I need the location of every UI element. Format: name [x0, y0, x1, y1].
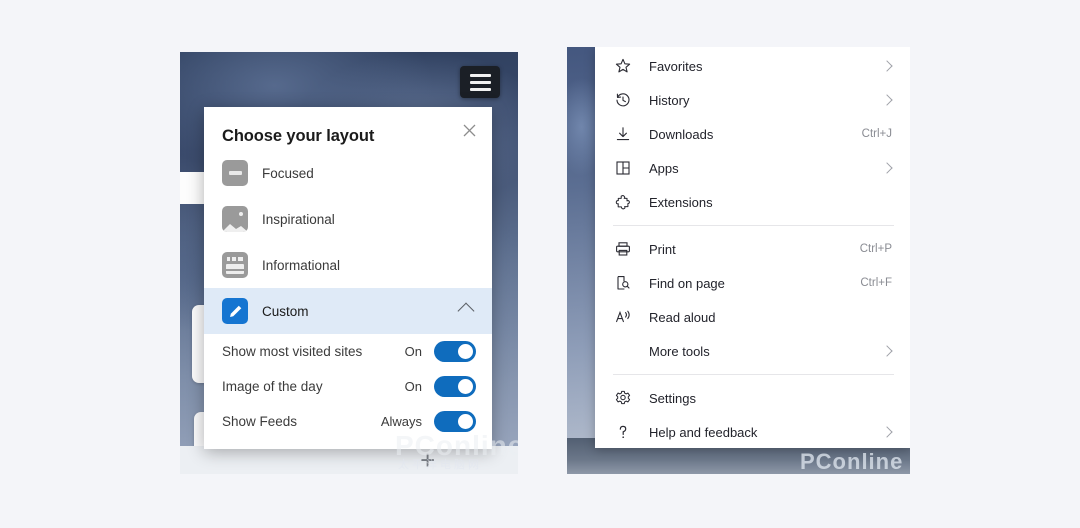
- question-mark-icon: [613, 424, 633, 440]
- apps-grid-icon: [613, 160, 633, 176]
- hamburger-line-3: [469, 87, 491, 91]
- layout-option-label: Custom: [262, 303, 309, 319]
- layout-option-custom[interactable]: Custom: [204, 288, 492, 334]
- menu-item-label: Read aloud: [649, 309, 716, 325]
- setting-show-most-visited-sites: Show most visited sites On: [204, 334, 492, 369]
- screenshot-root: + Choose your layout Focused Inspiration…: [0, 0, 1080, 528]
- menu-item-read-aloud[interactable]: Read aloud: [595, 300, 910, 334]
- menu-item-history[interactable]: History: [595, 83, 910, 117]
- toggle-show-most-visited-sites[interactable]: [434, 341, 476, 362]
- menu-item-more-tools[interactable]: More tools: [595, 334, 910, 368]
- menu-item-label: Help and feedback: [649, 424, 758, 440]
- informational-layout-icon: [222, 252, 248, 278]
- edge-menu-panel: Favorites History Downloads Ctrl+J Apps …: [567, 47, 910, 474]
- history-icon: [613, 92, 633, 108]
- menu-item-shortcut: Ctrl+F: [860, 277, 892, 289]
- menu-item-label: Apps: [649, 160, 679, 176]
- menu-item-label: Find on page: [649, 275, 725, 291]
- menu-item-label: Print: [649, 241, 676, 257]
- gear-icon: [613, 390, 633, 406]
- menu-item-label: History: [649, 92, 690, 108]
- choose-layout-dialog: Choose your layout Focused Inspirational…: [204, 107, 492, 449]
- hamburger-line-1: [469, 73, 491, 77]
- setting-label: Show Feeds: [222, 414, 298, 429]
- custom-pencil-icon: [222, 298, 248, 324]
- menu-item-help-and-feedback[interactable]: Help and feedback: [595, 415, 910, 449]
- chevron-right-icon: [881, 94, 893, 106]
- chevron-right-icon: [881, 426, 893, 438]
- setting-label: Image of the day: [222, 379, 323, 394]
- setting-label: Show most visited sites: [222, 344, 363, 359]
- focused-layout-icon: [222, 160, 248, 186]
- menu-item-extensions[interactable]: Extensions: [595, 185, 910, 219]
- dialog-title: Choose your layout: [222, 127, 375, 145]
- new-tab-page-panel: + Choose your layout Focused Inspiration…: [180, 52, 518, 474]
- menu-item-label: Downloads: [649, 126, 714, 142]
- inspirational-layout-icon: [222, 206, 248, 232]
- star-icon: [613, 58, 633, 74]
- setting-value: On: [404, 344, 422, 359]
- close-icon[interactable]: [456, 117, 482, 143]
- menu-item-favorites[interactable]: Favorites: [595, 49, 910, 83]
- menu-item-label: Settings: [649, 390, 696, 406]
- menu-item-apps[interactable]: Apps: [595, 151, 910, 185]
- menu-item-label: Extensions: [649, 194, 713, 210]
- find-page-icon: [613, 275, 633, 291]
- add-tile-button[interactable]: +: [420, 447, 435, 473]
- toggle-image-of-the-day[interactable]: [434, 376, 476, 397]
- layout-option-informational[interactable]: Informational: [204, 242, 492, 288]
- newtab-bottom-bar: [180, 446, 518, 474]
- menu-separator-2: [613, 374, 894, 375]
- read-aloud-icon: [613, 309, 633, 325]
- menu-item-label: Favorites: [649, 58, 703, 74]
- browser-menu: Favorites History Downloads Ctrl+J Apps …: [595, 47, 910, 448]
- layout-option-label: Focused: [262, 165, 314, 181]
- menu-item-print[interactable]: Print Ctrl+P: [595, 232, 910, 266]
- download-icon: [613, 126, 633, 142]
- layout-option-focused[interactable]: Focused: [204, 150, 492, 196]
- chevron-right-icon: [881, 60, 893, 72]
- chevron-up-icon[interactable]: [457, 302, 475, 320]
- chevron-right-icon: [881, 345, 893, 357]
- setting-image-of-the-day: Image of the day On: [204, 369, 492, 404]
- setting-show-feeds: Show Feeds Always: [204, 404, 492, 439]
- setting-value: Always: [380, 414, 422, 429]
- menu-item-shortcut: Ctrl+P: [859, 243, 892, 255]
- menu-item-downloads[interactable]: Downloads Ctrl+J: [595, 117, 910, 151]
- menu-item-find-on-page[interactable]: Find on page Ctrl+F: [595, 266, 910, 300]
- layout-option-inspirational[interactable]: Inspirational: [204, 196, 492, 242]
- menu-separator-1: [613, 225, 894, 226]
- chevron-right-icon: [881, 162, 893, 174]
- layout-option-label: Inspirational: [262, 211, 335, 227]
- menu-item-label: More tools: [649, 343, 710, 359]
- printer-icon: [613, 241, 633, 257]
- setting-value: On: [404, 379, 422, 394]
- menu-item-settings[interactable]: Settings: [595, 381, 910, 415]
- menu-item-shortcut: Ctrl+J: [861, 128, 892, 140]
- puzzle-icon: [613, 194, 633, 210]
- hamburger-menu-icon[interactable]: [460, 66, 500, 98]
- layout-option-label: Informational: [262, 257, 341, 273]
- hamburger-line-2: [469, 80, 491, 84]
- toggle-show-feeds[interactable]: [434, 411, 476, 432]
